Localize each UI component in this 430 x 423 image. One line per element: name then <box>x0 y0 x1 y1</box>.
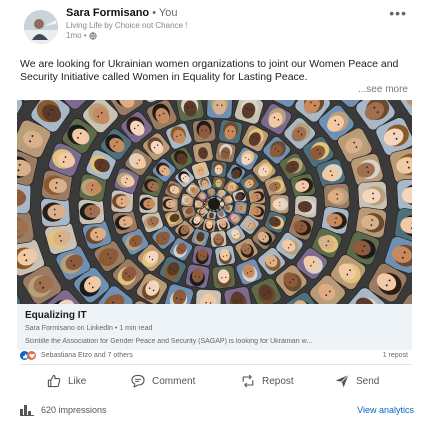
post-age: 1mo • <box>66 31 87 40</box>
comment-button[interactable]: Comment <box>130 370 195 392</box>
link-title: Equalizing IT <box>25 310 87 321</box>
view-analytics-link[interactable]: View analytics <box>357 405 414 415</box>
reactions-text: Sebastiana Etzo and 7 others <box>41 352 133 359</box>
action-bar: Like Comment Repost Send <box>20 370 412 392</box>
impressions[interactable]: 620 impressions <box>20 404 107 416</box>
post-header: Sara Formisano • You Living Life by Choi… <box>18 6 413 58</box>
repost-icon <box>242 374 254 388</box>
send-label: Send <box>356 375 380 387</box>
love-reaction-icon <box>27 351 36 360</box>
link-subtitle: Sara Formisano on LinkedIn • 1 min read <box>25 325 153 332</box>
comment-icon <box>131 374 145 388</box>
thumbs-up-icon <box>47 374 61 388</box>
repost-button[interactable]: Repost <box>240 370 294 392</box>
reactions-summary[interactable]: Sebastiana Etzo and 7 others <box>20 351 133 360</box>
author-headline: Living Life by Choice not Chance ! <box>66 21 188 30</box>
impressions-label: 620 impressions <box>41 405 107 415</box>
avatar[interactable] <box>24 10 58 44</box>
feed-post-card: Sara Formisano • You Living Life by Choi… <box>8 0 416 423</box>
link-preview[interactable]: Equalizing IT Sara Formisano on LinkedIn… <box>17 304 412 350</box>
post-stats: 620 impressions View analytics <box>20 404 414 418</box>
repost-count[interactable]: 1 repost <box>383 352 408 359</box>
comment-label: Comment <box>152 375 196 387</box>
globe-icon <box>88 32 97 40</box>
faces-mosaic-image <box>17 100 412 304</box>
social-counts: Sebastiana Etzo and 7 others 1 repost <box>20 351 412 363</box>
send-icon <box>335 374 349 388</box>
post-time: 1mo • <box>66 31 187 41</box>
more-options-button[interactable]: ••• <box>389 6 407 20</box>
avatar-photo <box>24 10 58 44</box>
like-label: Like <box>68 375 87 387</box>
send-button[interactable]: Send <box>334 370 379 392</box>
author-name[interactable]: Sara Formisano <box>66 7 149 19</box>
see-more-link[interactable]: ...see more <box>358 84 408 95</box>
post-image[interactable] <box>17 100 412 304</box>
link-description: Scintille the Association for Gender Pea… <box>25 338 313 345</box>
post-text: We are looking for Ukrainian women organ… <box>20 58 399 83</box>
author-meta: Sara Formisano • You Living Life by Choi… <box>66 7 187 41</box>
divider <box>20 364 412 365</box>
like-button[interactable]: Like <box>46 370 86 392</box>
connection-degree: • You <box>152 7 178 19</box>
bar-chart-icon <box>20 405 34 416</box>
repost-label: Repost <box>262 375 294 387</box>
